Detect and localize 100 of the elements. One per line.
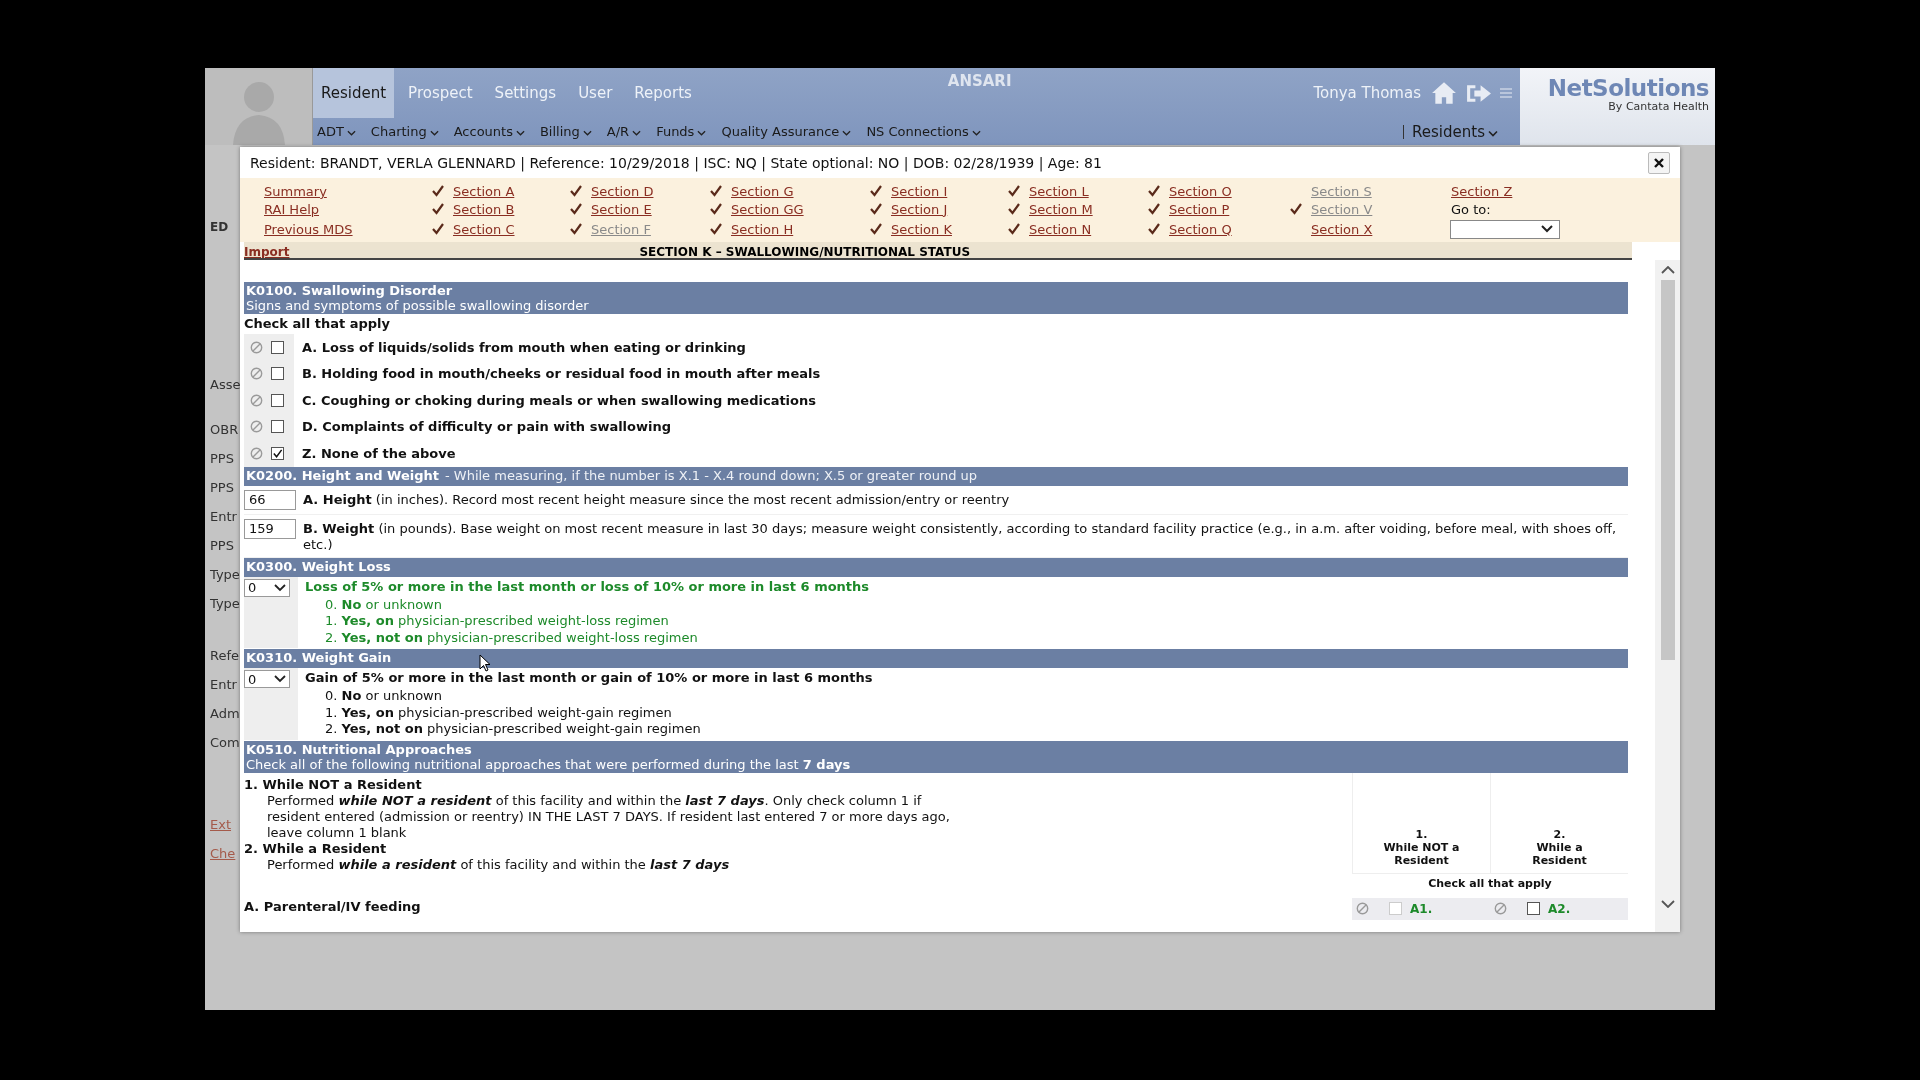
item-label: D. Complaints of difficulty or pain with swallowing	[302, 419, 672, 435]
note-text: Performed while a resident of this facility and within the last 7 days	[266, 856, 731, 873]
cursor-icon	[479, 654, 491, 672]
scrollbar[interactable]	[1655, 260, 1680, 932]
side-label: Entr	[210, 508, 237, 526]
input-field[interactable]: 159	[244, 518, 296, 539]
side-label: Asse	[210, 376, 241, 394]
column-heading: While a Resident	[1531, 840, 1588, 867]
section-link[interactable]: Section P	[1169, 201, 1230, 217]
answer-option: 2. Yes, not on physician-prescribed weight-loss regimen	[305, 629, 870, 646]
item-label: B. Holding food in mouth/cheeks or residual food in mouth after meals	[302, 366, 821, 382]
checkbox[interactable]	[271, 420, 284, 434]
column-number: 2.	[1553, 827, 1566, 841]
section-link[interactable]: Summary	[264, 183, 327, 199]
logo-name: NetSolutions	[1547, 76, 1709, 100]
residents-menu[interactable]: Residents	[1412, 122, 1498, 141]
section-link[interactable]: RAI Help	[264, 201, 319, 217]
close-button[interactable]	[1648, 151, 1670, 174]
section-link[interactable]: Section E	[591, 201, 652, 217]
item-label: Z. None of the above	[302, 445, 456, 461]
section-link[interactable]: Section C	[453, 221, 515, 237]
answer-select[interactable]: 0	[244, 578, 290, 597]
caret-icon	[1488, 129, 1498, 137]
input-field[interactable]: 66	[244, 489, 296, 510]
side-label: Entr	[210, 676, 237, 694]
section-code: K0200. Height and Weight	[246, 467, 439, 483]
section-link[interactable]: Section B	[453, 201, 515, 217]
side-label: Refe	[210, 647, 240, 665]
section-link[interactable]: Section K	[891, 221, 952, 237]
column-heading: While NOT a Resident	[1382, 840, 1461, 867]
section-link[interactable]: Previous MDS	[264, 221, 353, 237]
checkbox[interactable]	[271, 393, 284, 407]
import-link[interactable]: Import	[244, 246, 290, 258]
section-link[interactable]: Section M	[1029, 201, 1093, 217]
caret-icon	[632, 130, 642, 136]
scroll-up-icon[interactable]	[1660, 266, 1675, 274]
home-icon[interactable]	[1431, 81, 1457, 105]
side-label: Adm	[210, 705, 240, 723]
facility-title: ANSARI	[946, 71, 1013, 90]
slashed-circle-icon[interactable]	[250, 446, 263, 460]
section-link[interactable]: Section D	[591, 183, 654, 199]
answer-select[interactable]: 0	[244, 670, 290, 688]
menu-item[interactable]: Accounts	[453, 124, 525, 139]
section-link[interactable]: Section N	[1029, 221, 1092, 237]
section-link[interactable]: Section Q	[1169, 221, 1232, 237]
checkbox[interactable]	[1527, 902, 1540, 915]
question: Gain of 5% or more in the last month or gain of 10% or more in last 6 months	[305, 669, 873, 687]
menu-item[interactable]: Billing	[539, 124, 592, 139]
menu-icon[interactable]	[1500, 87, 1512, 99]
section-link[interactable]: Section J	[891, 201, 948, 217]
side-label: Com	[210, 734, 240, 752]
menu-item[interactable]: NS Connections	[866, 124, 981, 139]
note-text: Performed while NOT a resident of this facility and within the last 7 days. Only check column 1 if resident entered (admission or reentry) IN THE LAST 7 DAYS. If resident last entered 7 or more days ago, leave column 1 blank	[266, 792, 951, 841]
section-subtitle: Check all of the following nutritional approaches that were performed during the last 7 days	[246, 756, 851, 772]
caret-icon	[515, 130, 525, 136]
measure-label: A. Height (in inches). Record most recent height measure since the most recent admission/entry or reentry	[303, 490, 1010, 508]
slashed-circle-icon[interactable]	[250, 340, 263, 354]
nav-tab[interactable]: Resident	[313, 68, 395, 118]
chevron-icon	[274, 583, 286, 592]
answer-option: 2. Yes, not on physician-prescribed weight-gain regimen	[305, 721, 873, 738]
item-label: A. Loss of liquids/solids from mouth when eating or drinking	[302, 339, 746, 355]
checkbox[interactable]	[271, 446, 284, 460]
checkbox[interactable]	[271, 340, 284, 354]
section-link[interactable]: Section O	[1169, 183, 1232, 199]
answer-option: 1. Yes, on physician-prescribed weight-loss regimen	[305, 613, 870, 630]
item-label: C. Coughing or choking during meals or when swallowing medications	[302, 392, 816, 408]
section-link[interactable]: Section H	[731, 221, 794, 237]
menu-item[interactable]: Charting	[370, 124, 439, 139]
menu-item[interactable]: Quality Assurance	[721, 124, 852, 139]
note-title: 1. While NOT a Resident	[244, 776, 423, 793]
section-link[interactable]: Section GG	[731, 201, 804, 217]
side-label: Type	[210, 566, 240, 584]
section-link[interactable]: Section A	[453, 183, 515, 199]
section-link[interactable]: Section I	[891, 183, 948, 199]
slashed-circle-icon[interactable]	[1494, 902, 1507, 915]
answer-option: 0. No or unknown	[305, 688, 873, 705]
section-link[interactable]: Section X	[1311, 221, 1373, 237]
section-note: - While measuring, if the number is X.1 - X.4 round down; X.5 or greater round up	[444, 467, 978, 483]
slashed-circle-icon[interactable]	[1356, 902, 1369, 915]
item-code: A1.	[1410, 901, 1433, 916]
menu-item[interactable]: A/R	[606, 124, 642, 139]
measure-label: B. Weight (in pounds). Base weight on most recent measure in last 30 days; measure weight consistently, according to standard facility practice (e.g., in a.m. after voiding, before meal, with shoes off, etc.)	[303, 519, 1618, 553]
menu-item[interactable]: Funds	[656, 124, 707, 139]
slashed-circle-icon[interactable]	[250, 367, 263, 381]
caret-icon	[697, 130, 707, 136]
checkbox[interactable]	[271, 367, 284, 381]
caret-icon	[842, 130, 852, 136]
caret-icon	[971, 130, 981, 136]
scroll-thumb[interactable]	[1660, 280, 1675, 660]
slashed-circle-icon[interactable]	[250, 393, 263, 407]
slashed-circle-icon[interactable]	[250, 420, 263, 434]
goto-select[interactable]	[1450, 219, 1560, 239]
section-code: K0310. Weight Gain	[246, 650, 392, 665]
section-link[interactable]: Section L	[1029, 183, 1089, 199]
section-link[interactable]: Section G	[731, 183, 794, 199]
caret-icon	[346, 130, 356, 136]
scroll-down-icon[interactable]	[1660, 900, 1675, 908]
section-link[interactable]: Section Z	[1451, 183, 1513, 199]
menu-item[interactable]: ADT	[317, 124, 356, 139]
chevron-icon	[274, 675, 286, 683]
